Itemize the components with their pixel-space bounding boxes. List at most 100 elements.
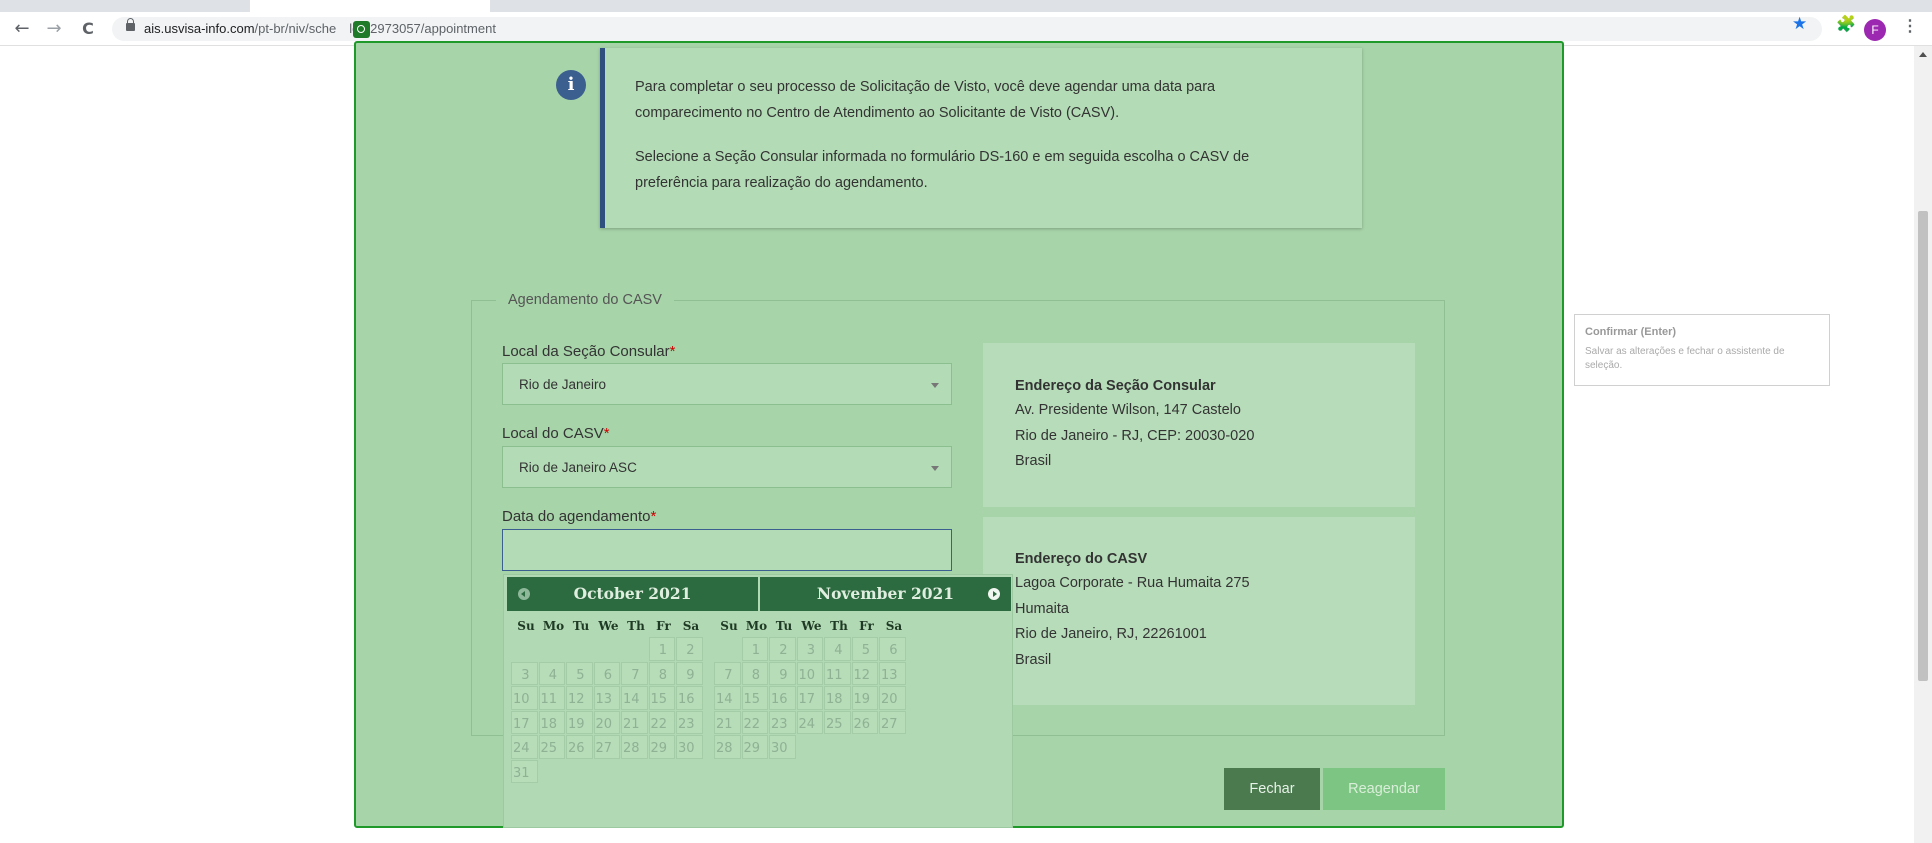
datepicker: October 2021 November 2021 Su Mo Tu We Th Fr S… [503,574,1013,828]
active-tab[interactable] [250,0,490,12]
casv-select[interactable]: Rio de Janeiro ASC [502,446,952,488]
page-scrollbar[interactable] [1914,46,1932,843]
info-icon: i [556,70,586,100]
dropdown-caret-icon [931,466,939,471]
consular-section-value: Rio de Janeiro [519,377,607,392]
casv-address-line: Humaita [1015,600,1069,617]
calendar-day: 25 [824,710,851,734]
url-text[interactable]: ais.usvisa-info.com/pt-br/niv/sche le/329… [144,21,496,36]
casv-address-line: Lagoa Corporate - Rua Humaita 275 [1015,575,1250,591]
url-domain: ais.usvisa-info.com [144,21,255,36]
calendar-day: 10 [796,661,823,685]
datepicker-prev-icon[interactable] [518,588,530,600]
consular-section-label-text: Local da Seção Consular [502,343,670,360]
calendar-day: 20 [593,710,620,734]
consular-section-select[interactable]: Rio de Janeiro [502,363,952,405]
calendar-day: 2 [676,637,703,661]
casv-address-card: Endereço do CASV Lagoa Corporate - Rua H… [983,517,1415,705]
casv-address-line: Rio de Janeiro, RJ, 22261001 [1015,626,1207,642]
reschedule-button[interactable]: Reagendar [1323,768,1445,810]
fieldset-legend: Agendamento do CASV [496,292,674,308]
calendar-day: 27 [879,710,906,734]
calendar-day: 19 [851,686,878,710]
consular-section-label: Local da Seção Consular* [502,343,675,360]
datepicker-header-november: November 2021 [760,577,1011,611]
calendar-day: 25 [538,735,565,759]
consular-address-line: Av. Presidente Wilson, 147 Castelo [1015,402,1241,418]
calendar-day: 18 [538,710,565,734]
calendar-day: 5 [566,661,593,685]
calendar-day: 15 [648,686,675,710]
url-path-end: le/32973057/appointment [349,21,496,36]
required-mark: * [669,343,676,360]
calendar-day: 30 [769,735,796,759]
calendar-day: 22 [741,710,768,734]
required-mark: * [650,508,657,525]
calendar-day: 16 [769,686,796,710]
close-button[interactable]: Fechar [1224,768,1320,810]
calendar-day: 23 [769,710,796,734]
calendar-day: 11 [538,686,565,710]
calendar-day: 4 [824,637,851,661]
scroll-thumb[interactable] [1918,211,1928,681]
calendar-day: 23 [676,710,703,734]
weekday-header: Sa [885,619,903,633]
calendar-day: 31 [511,759,538,783]
forward-icon[interactable]: → [42,17,66,41]
calendar-day: 2 [769,637,796,661]
calendar-day: 11 [824,661,851,685]
calendar-day: 17 [511,710,538,734]
calendar-day: 4 [538,661,565,685]
calendar-day: 29 [648,735,675,759]
consular-address-card: Endereço da Seção Consular Av. President… [983,343,1415,507]
calendar-day: 22 [648,710,675,734]
calendar-day: 21 [714,710,741,734]
calendar-day: 8 [741,661,768,685]
appointment-date-label: Data do agendamento* [502,508,656,525]
extensions-icon[interactable]: 🧩 [1836,14,1856,33]
url-path: /pt-br/niv/sche [254,21,337,36]
calendar-day: 8 [648,661,675,685]
back-icon[interactable]: ← [10,17,34,41]
calendar-day: 9 [769,661,796,685]
calendar-day: 5 [851,637,878,661]
casv-address-line: Brasil [1015,651,1052,668]
appointment-date-input[interactable] [502,529,952,571]
bookmark-star-icon[interactable]: ★ [1792,14,1807,34]
calendar-day: 10 [511,686,538,710]
profile-avatar[interactable]: F [1864,19,1886,41]
browser-menu-icon[interactable]: ⋮ [1902,16,1918,36]
calendar-day: 20 [879,686,906,710]
calendar-day: 12 [566,686,593,710]
calendar-day: 3 [796,637,823,661]
confirm-helper-description: Salvar as alterações e fechar o assisten… [1585,346,1785,371]
casv-label-text: Local do CASV [502,425,604,442]
calendar-day: 6 [593,661,620,685]
calendar-day: 1 [648,637,675,661]
calendar-day: 14 [621,686,648,710]
calendar-day: 7 [714,661,741,685]
info-callout: Para completar o seu processo de Solicit… [600,48,1362,228]
calendar-day: 26 [566,735,593,759]
calendar-day: 21 [621,710,648,734]
reload-icon[interactable]: C [76,17,100,41]
capture-target-icon [353,21,370,38]
calendar-day: 16 [676,686,703,710]
casv-address-title: Endereço do CASV [1015,551,1148,567]
calendar-day: 7 [621,661,648,685]
calendar-day: 13 [593,686,620,710]
casv-label: Local do CASV* [502,425,610,442]
month-title-november: November 2021 [816,584,955,603]
consular-address-line: Brasil [1015,453,1052,469]
calendar-day: 12 [851,661,878,685]
calendar-day: 28 [714,735,741,759]
calendar-day: 14 [714,686,741,710]
calendar-day: 1 [741,637,768,661]
casv-value: Rio de Janeiro ASC [519,460,637,475]
calendar-day: 17 [796,686,823,710]
calendar-day: 26 [851,710,878,734]
consular-address-title: Endereço da Seção Consular [1015,378,1216,394]
datepicker-next-icon[interactable] [988,588,1000,600]
calendar-day: 27 [593,735,620,759]
scroll-up-arrow-icon[interactable] [1919,52,1927,57]
